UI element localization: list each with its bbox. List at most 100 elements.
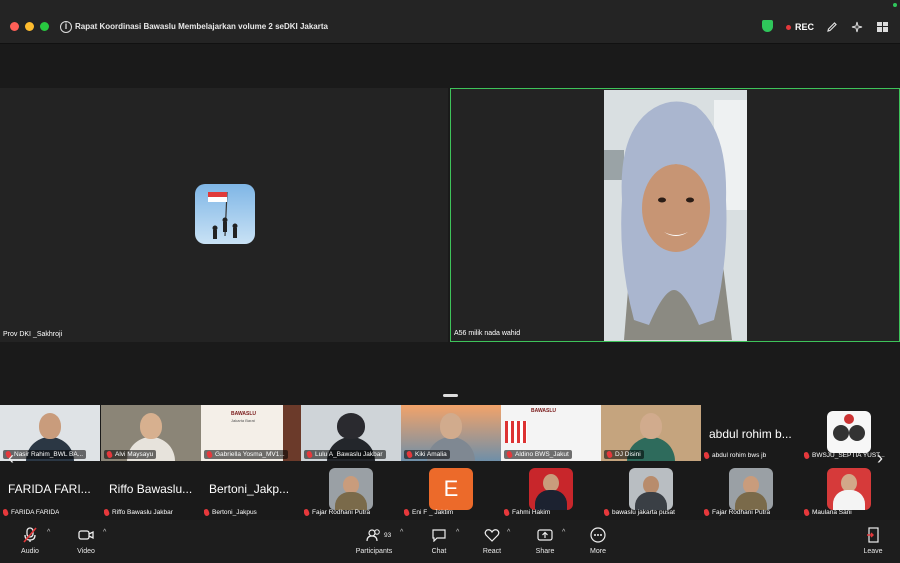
video-camera-icon (71, 524, 101, 546)
mic-muted-icon (304, 509, 311, 516)
recording-indicator[interactable]: REC (786, 20, 814, 34)
heart-icon (477, 524, 507, 546)
pencil-icon[interactable] (826, 20, 838, 34)
audio-options-chevron-icon[interactable]: ^ (47, 529, 50, 536)
participant-picture (629, 468, 673, 510)
chevron-right-icon[interactable]: › (877, 448, 883, 469)
person-face (440, 413, 462, 439)
mic-muted-icon (3, 509, 10, 516)
video-label: Video (77, 548, 95, 555)
gallery-tile[interactable]: bawaslu jakarta pusat (601, 462, 701, 518)
audio-button[interactable]: Audio (15, 524, 45, 555)
gallery-tile[interactable]: Maulana Sani (801, 462, 900, 518)
react-options-chevron-icon[interactable]: ^ (507, 529, 510, 536)
gallery-tile[interactable]: Nasir Rahim_BWL BA... (0, 405, 100, 461)
share-label: Share (535, 548, 555, 555)
participant-name: Gabriella Yosma_MV1... (204, 450, 288, 459)
mic-muted-icon (704, 509, 711, 516)
speaker-video (604, 90, 747, 341)
mic-muted-icon (305, 450, 314, 459)
person-body (735, 492, 767, 510)
leave-button[interactable]: Leave (858, 524, 888, 555)
participant-name: Nasir Rahim_BWL BA... (3, 450, 87, 459)
mic-muted-icon (604, 509, 611, 516)
participant-name: DJ Disini (604, 450, 644, 459)
participants-button[interactable]: Participants (351, 524, 397, 555)
zoom-window-button[interactable] (40, 22, 49, 31)
share-options-chevron-icon[interactable]: ^ (562, 529, 565, 536)
rec-dot-icon (786, 24, 791, 30)
participant-name-label: Prov DKI _Sakhroji (3, 331, 63, 338)
participant-picture (827, 411, 871, 453)
gallery-tile[interactable]: Fahmi Hakim (501, 462, 601, 518)
gallery-strip: Nasir Rahim_BWL BA... Alvi Maysayu BAWAS… (0, 405, 900, 518)
participant-name: FARIDA FARIDA (3, 509, 59, 516)
meeting-title: Rapat Koordinasi Bawaslu Membelajarkan v… (75, 22, 328, 31)
resize-handle[interactable] (443, 394, 458, 397)
participant-name-label: A56 milik nada wahid (454, 330, 521, 337)
gallery-tile[interactable]: abdul rohim b... abdul rohim bws jb (701, 405, 801, 461)
chevron-left-icon[interactable]: ‹ (8, 448, 14, 469)
gallery-tile[interactable]: FARIDA FARI... FARIDA FARIDA (0, 462, 100, 518)
minimize-window-button[interactable] (25, 22, 34, 31)
sparkle-icon[interactable] (851, 20, 863, 34)
leave-label: Leave (863, 548, 883, 555)
chat-bubble-icon (424, 524, 454, 546)
mic-muted-icon (605, 450, 614, 459)
participant-picture (827, 468, 871, 510)
meeting-info-icon[interactable]: i (60, 21, 72, 33)
gallery-tile[interactable]: E Eni F _ Jaktim (401, 462, 501, 518)
mic-muted-icon (804, 452, 811, 459)
participant-name: Alvi Maysayu (104, 450, 157, 459)
chat-button[interactable]: Chat (424, 524, 454, 555)
title-bar: i Rapat Koordinasi Bawaslu Membelajarkan… (0, 0, 900, 44)
share-button[interactable]: Share (530, 524, 560, 555)
person-body (635, 492, 667, 510)
video-options-chevron-icon[interactable]: ^ (103, 529, 106, 536)
flag-raising-avatar (195, 184, 255, 244)
gallery-tile[interactable]: Bertoni_Jakp... Bertoni_Jakpus (201, 462, 301, 518)
participant-name: Riffo Bawaslu Jakbar (104, 509, 173, 516)
participant-name: Bertoni_Jakpus (204, 509, 257, 516)
more-button[interactable]: More (583, 524, 613, 555)
gallery-tile[interactable]: BAWASLU Jakarta Barat Gabriella Yosma_MV… (201, 405, 301, 461)
audio-label: Audio (21, 548, 39, 555)
gallery-view-icon[interactable] (877, 20, 888, 34)
participants-count: 93 (384, 532, 392, 539)
participant-display-name: FARIDA FARI... (8, 482, 91, 496)
participant-display-name: Riffo Bawaslu... (109, 482, 193, 496)
participant-name: Eni F _ Jaktim (404, 509, 453, 516)
participant-name: Fajar Rodhani Putra (704, 509, 770, 516)
participants-options-chevron-icon[interactable]: ^ (400, 529, 403, 536)
meeting-toolbar: Audio ^ Video ^ Participants ^ Chat ^ Re… (0, 520, 900, 563)
bawaslu-logo-sub: Jakarta Barat (231, 418, 255, 423)
person-body (335, 492, 367, 510)
chat-options-chevron-icon[interactable]: ^ (456, 529, 459, 536)
mic-muted-icon (204, 509, 211, 516)
react-button[interactable]: React (477, 524, 507, 555)
mic-muted-icon (404, 509, 411, 516)
encryption-shield-icon[interactable] (762, 20, 773, 32)
leave-door-icon (858, 524, 888, 546)
gallery-tile[interactable]: BAWASLU Aldino BWS_Jakut (501, 405, 601, 461)
more-label: More (590, 548, 606, 555)
participant-display-name: Bertoni_Jakp... (209, 482, 290, 496)
close-window-button[interactable] (10, 22, 19, 31)
gallery-tile[interactable]: Fajar Rodhani Putra (301, 462, 401, 518)
video-tile-active-speaker[interactable]: A56 milik nada wahid (450, 88, 900, 342)
participant-picture (329, 468, 373, 510)
gallery-tile[interactable]: Riffo Bawaslu... Riffo Bawaslu Jakbar (101, 462, 201, 518)
gallery-tile[interactable]: Kiki Amalia (401, 405, 501, 461)
video-button[interactable]: Video (71, 524, 101, 555)
video-tile-sakhroji[interactable]: Prov DKI _Sakhroji (0, 88, 448, 342)
more-dots-icon (583, 524, 613, 546)
gallery-tile[interactable]: DJ Disini (601, 405, 701, 461)
participant-name: BWSJU_SEPTIA YUST... (804, 452, 885, 459)
gallery-tile[interactable]: BWSJU_SEPTIA YUST... (801, 405, 900, 461)
gallery-tile[interactable]: Lulu A_Bawaslu Jakbar (301, 405, 401, 461)
gallery-tile[interactable]: Fajar Rodhani Putra (701, 462, 801, 518)
participant-name: Kiki Amalia (404, 450, 450, 459)
mic-muted-icon (205, 450, 214, 459)
share-screen-icon (530, 524, 560, 546)
gallery-tile[interactable]: Alvi Maysayu (101, 405, 201, 461)
